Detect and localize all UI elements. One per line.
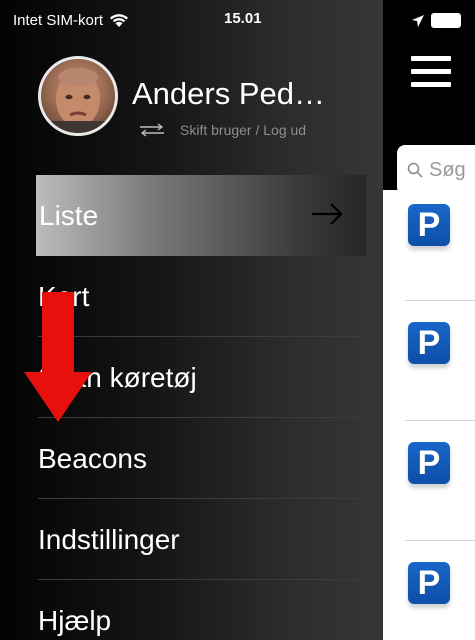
divider bbox=[405, 540, 475, 541]
avatar[interactable] bbox=[38, 56, 118, 136]
user-name: Anders Ped… bbox=[132, 76, 325, 111]
search-placeholder: Søg bbox=[429, 158, 466, 181]
parking-icon: P bbox=[408, 562, 450, 604]
wifi-icon bbox=[110, 13, 129, 27]
search-icon bbox=[407, 162, 423, 178]
switch-user-label: Skift bruger / Log ud bbox=[180, 122, 307, 138]
menu-item-indstillinger[interactable]: Indstillinger bbox=[0, 499, 383, 580]
menu-item-label: Hjælp bbox=[38, 604, 112, 636]
list-item[interactable]: P bbox=[383, 190, 475, 310]
list-item[interactable]: P bbox=[383, 540, 475, 640]
battery-icon bbox=[431, 13, 461, 28]
menu-item-beacons[interactable]: Beacons bbox=[0, 418, 383, 499]
divider bbox=[405, 300, 475, 301]
location-icon bbox=[412, 15, 424, 27]
status-bar-left: Intet SIM-kort bbox=[13, 10, 129, 30]
parking-icon: P bbox=[408, 322, 450, 364]
side-drawer: Intet SIM-kort 15.01 Anders Ped… Skift b… bbox=[0, 0, 383, 640]
status-time: 15.01 bbox=[224, 10, 262, 27]
menu-item-label: Beacons bbox=[38, 442, 147, 474]
main-content: Søg P P P P bbox=[383, 0, 475, 640]
swap-arrows-icon bbox=[140, 123, 164, 137]
parking-icon: P bbox=[408, 442, 450, 484]
search-input[interactable]: Søg bbox=[397, 145, 475, 195]
list-item[interactable]: P bbox=[383, 420, 475, 540]
arrow-right-icon bbox=[312, 203, 343, 225]
switch-user-link[interactable]: Skift bruger / Log ud bbox=[138, 122, 306, 138]
menu-item-liste[interactable]: Liste bbox=[36, 175, 366, 256]
parking-icon: P bbox=[408, 204, 450, 246]
main-header: Søg bbox=[383, 0, 475, 195]
menu-item-label: Indstillinger bbox=[38, 523, 180, 555]
list-item[interactable]: P bbox=[383, 300, 475, 420]
menu-item-hjaelp[interactable]: Hjælp bbox=[0, 580, 383, 640]
annotation-arrow-down-icon bbox=[24, 292, 92, 422]
divider bbox=[405, 420, 475, 421]
carrier-label: Intet SIM-kort bbox=[13, 11, 104, 29]
user-photo bbox=[41, 68, 115, 133]
menu-item-label: Liste bbox=[39, 199, 99, 231]
hamburger-menu-icon[interactable] bbox=[411, 56, 451, 88]
